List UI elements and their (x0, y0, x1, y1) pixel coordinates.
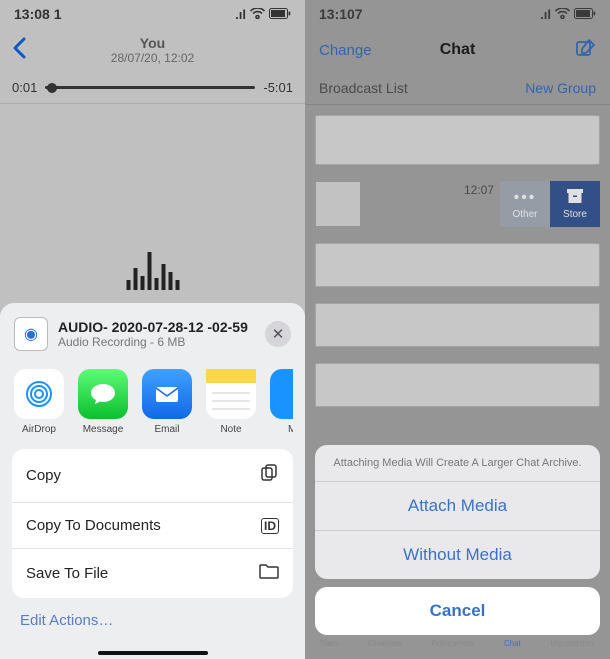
tab-stato[interactable]: Stato (320, 639, 339, 655)
airdrop-app[interactable]: AirDrop (14, 369, 64, 435)
share-apps-row: AirDrop Message Email Note (12, 361, 293, 449)
app-label: AirDrop (22, 424, 56, 435)
app-label: Note (220, 424, 241, 435)
more-app[interactable]: Me (270, 369, 293, 435)
tab-chat[interactable]: Chat (504, 639, 521, 655)
copy-action[interactable]: Copy (12, 449, 293, 503)
nav-title-group: You 28/07/20, 12:02 (111, 35, 194, 65)
share-header: ◉ AUDIO- 2020-07-28-12 -02-59 Audio Reco… (12, 313, 293, 361)
status-bar: 13:107 .ıl (305, 0, 610, 28)
message-icon (88, 379, 118, 409)
slider-thumb[interactable] (47, 83, 57, 93)
file-info: AUDIO- 2020-07-28-12 -02-59 Audio Record… (58, 319, 255, 349)
notes-app[interactable]: Note (206, 369, 256, 435)
documents-icon: ID (261, 518, 279, 534)
new-group-button[interactable]: New Group (525, 80, 596, 96)
chat-avatar (315, 181, 361, 227)
right-screenshot: 13:107 .ıl Change Chat Broadcast List Ne… (305, 0, 610, 659)
file-meta: Audio Recording - 6 MB (58, 335, 255, 349)
nav-subtitle: 28/07/20, 12:02 (111, 51, 194, 65)
elapsed-time: 0:01 (12, 80, 37, 95)
waveform (126, 230, 179, 290)
change-button[interactable]: Change (319, 42, 372, 59)
nav-title: Chat (440, 41, 476, 59)
broadcast-list-button[interactable]: Broadcast List (319, 80, 408, 96)
status-indicators: .ıl (540, 7, 596, 22)
status-time: 13:08 1 (14, 6, 61, 22)
wifi-icon (555, 7, 570, 22)
attach-media-button[interactable]: Attach Media (315, 482, 600, 531)
tab-impostazioni[interactable]: Impostazioni (550, 639, 595, 655)
signal-icon: .ıl (235, 7, 246, 22)
seek-slider[interactable] (45, 86, 255, 89)
remaining-time: -5:01 (263, 80, 293, 95)
swipe-archive-button[interactable]: Store (550, 181, 600, 227)
tab-fotocamera[interactable]: Fotocamera (432, 639, 475, 655)
status-indicators: .ıl (235, 7, 291, 22)
tab-bar: Stato Chiamate Fotocamera Chat Impostazi… (305, 639, 610, 659)
file-name: AUDIO- 2020-07-28-12 -02-59 (58, 319, 255, 335)
status-bar: 13:08 1 .ıl (0, 0, 305, 28)
mail-icon (151, 378, 183, 410)
folder-icon (259, 563, 279, 584)
chat-row[interactable] (315, 363, 600, 407)
wifi-icon (250, 7, 265, 22)
airdrop-icon (21, 376, 57, 412)
back-button[interactable] (12, 35, 26, 66)
sheet-description: Attaching Media Will Create A Larger Cha… (315, 445, 600, 482)
nav-bar: Change Chat (305, 28, 610, 72)
more-icon: ••• (514, 189, 537, 207)
archive-icon (566, 188, 584, 207)
messages-app[interactable]: Message (78, 369, 128, 435)
action-list: Copy Copy To Documents ID Save To File (12, 449, 293, 598)
mail-app[interactable]: Email (142, 369, 192, 435)
copy-to-documents-action[interactable]: Copy To Documents ID (12, 503, 293, 549)
chat-timestamp: 12:07 (367, 183, 494, 197)
home-indicator[interactable] (98, 651, 208, 655)
left-screenshot: 13:08 1 .ıl You 28/07/20, 12:02 0:01 -5:… (0, 0, 305, 659)
subheader-row: Broadcast List New Group (305, 72, 610, 105)
cancel-button[interactable]: Cancel (315, 587, 600, 635)
tab-chiamate[interactable]: Chiamate (368, 639, 402, 655)
chat-row[interactable] (315, 303, 600, 347)
signal-icon: .ıl (540, 7, 551, 22)
sheet-group: Attaching Media Will Create A Larger Cha… (315, 445, 600, 579)
compose-button[interactable] (576, 38, 596, 62)
chat-meta: 12:07 (361, 181, 500, 227)
share-sheet: ◉ AUDIO- 2020-07-28-12 -02-59 Audio Reco… (0, 303, 305, 659)
battery-icon (574, 7, 596, 22)
swipe-label: Store (563, 209, 587, 220)
swipe-label: Other (512, 209, 537, 220)
app-label: Email (154, 424, 179, 435)
chat-list: 12:07 ••• Other Store (305, 105, 610, 417)
app-label: Me (288, 424, 293, 435)
action-label: Save To File (26, 565, 108, 582)
edit-actions-button[interactable]: Edit Actions… (12, 598, 293, 635)
status-time: 13:107 (319, 6, 363, 22)
nav-bar: You 28/07/20, 12:02 (0, 28, 305, 72)
nav-title: You (111, 35, 194, 51)
app-label: Message (83, 424, 124, 435)
chat-row-swiped[interactable]: 12:07 ••• Other Store (315, 181, 600, 227)
export-action-sheet: Attaching Media Will Create A Larger Cha… (315, 445, 600, 635)
action-label: Copy (26, 467, 61, 484)
without-media-button[interactable]: Without Media (315, 531, 600, 579)
swipe-other-button[interactable]: ••• Other (500, 181, 550, 227)
battery-icon (269, 7, 291, 22)
action-label: Copy To Documents (26, 517, 161, 534)
audio-player: 0:01 -5:01 (0, 72, 305, 104)
chat-row[interactable] (315, 243, 600, 287)
note-icon (206, 369, 256, 419)
close-button[interactable]: ✕ (265, 321, 291, 347)
compose-icon (576, 38, 596, 58)
save-to-file-action[interactable]: Save To File (12, 549, 293, 598)
audio-file-icon: ◉ (14, 317, 48, 351)
chat-row[interactable] (315, 115, 600, 165)
copy-icon (259, 463, 279, 488)
